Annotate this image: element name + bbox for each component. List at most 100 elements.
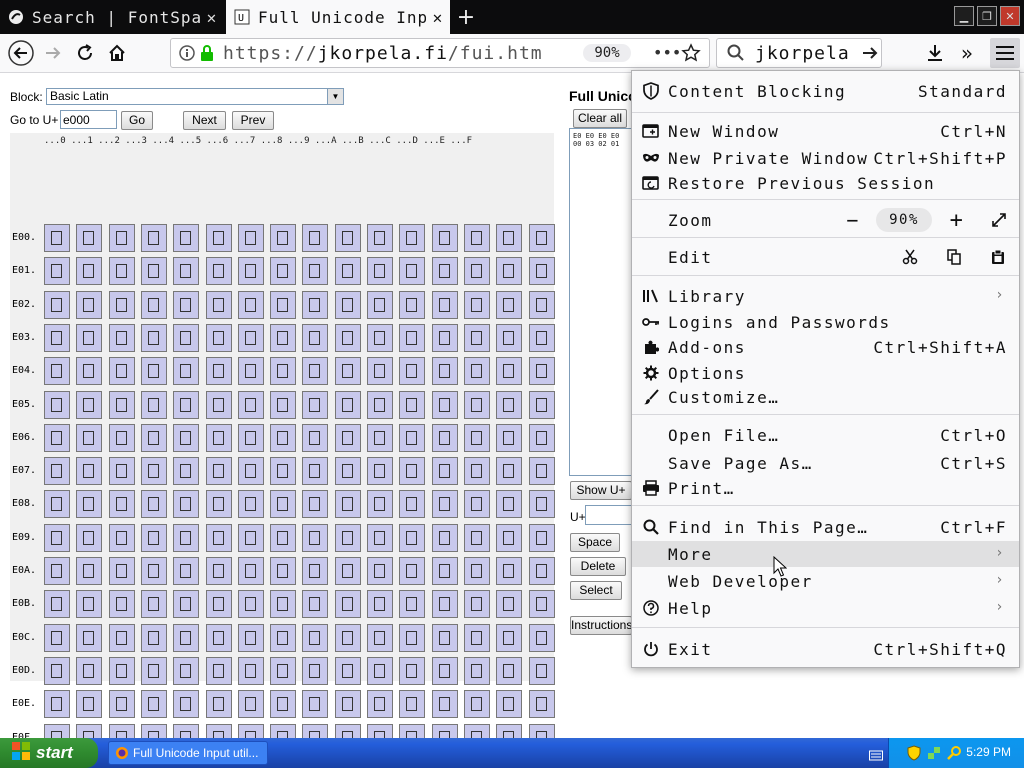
zoom-out-button[interactable]: − <box>840 208 866 232</box>
character-cell[interactable] <box>367 656 393 685</box>
character-cell[interactable] <box>76 290 103 319</box>
character-cell[interactable] <box>431 423 458 452</box>
paste-icon[interactable] <box>986 245 1010 269</box>
character-cell[interactable] <box>302 257 329 286</box>
menu-customize[interactable]: Customize… <box>632 384 1019 410</box>
character-cell[interactable] <box>108 224 135 252</box>
character-cell[interactable] <box>44 656 70 685</box>
keyboard-icon[interactable] <box>869 746 883 765</box>
character-cell[interactable] <box>431 323 458 352</box>
character-cell[interactable] <box>528 656 555 685</box>
character-cell[interactable] <box>334 590 361 619</box>
character-cell[interactable] <box>173 656 200 685</box>
character-cell[interactable] <box>173 690 200 719</box>
character-cell[interactable] <box>399 290 426 319</box>
menu-addons[interactable]: Add-ons Ctrl+Shift+A <box>632 334 1019 360</box>
close-tab-icon[interactable]: ✕ <box>426 8 450 27</box>
search-bar[interactable] <box>716 38 882 68</box>
character-cell[interactable] <box>302 224 329 252</box>
character-cell[interactable] <box>108 490 135 519</box>
character-cell[interactable] <box>463 257 490 286</box>
character-cell[interactable] <box>431 257 458 286</box>
security-shield-icon[interactable] <box>907 745 921 765</box>
character-cell[interactable] <box>431 557 458 585</box>
taskbar-window-button[interactable]: Full Unicode Input util... <box>108 741 268 765</box>
character-cell[interactable] <box>76 457 103 486</box>
menu-new-window[interactable]: New Window Ctrl+N <box>632 118 1019 144</box>
character-cell[interactable] <box>76 557 103 585</box>
character-cell[interactable] <box>463 323 490 352</box>
character-cell[interactable] <box>44 224 70 252</box>
character-cell[interactable] <box>173 357 200 386</box>
clear-all-button[interactable]: Clear all <box>573 109 627 128</box>
character-cell[interactable] <box>44 423 70 452</box>
character-cell[interactable] <box>76 656 103 685</box>
character-cell[interactable] <box>431 224 458 252</box>
cut-icon[interactable] <box>898 245 922 269</box>
character-cell[interactable] <box>399 323 426 352</box>
character-cell[interactable] <box>463 623 490 652</box>
go-button[interactable]: Go <box>121 111 153 130</box>
character-cell[interactable] <box>237 623 264 652</box>
character-cell[interactable] <box>431 690 458 719</box>
character-cell[interactable] <box>173 390 200 419</box>
character-cell[interactable] <box>44 590 70 619</box>
character-cell[interactable] <box>205 656 232 685</box>
bookmark-star-icon[interactable] <box>681 43 701 67</box>
character-cell[interactable] <box>270 457 297 486</box>
character-cell[interactable] <box>108 590 135 619</box>
back-button[interactable] <box>6 38 36 68</box>
chevron-down-icon[interactable]: ▼ <box>327 89 343 104</box>
character-cell[interactable] <box>173 423 200 452</box>
character-cell[interactable] <box>76 490 103 519</box>
character-cell[interactable] <box>334 224 361 252</box>
character-cell[interactable] <box>528 457 555 486</box>
character-cell[interactable] <box>367 623 393 652</box>
zoom-in-button[interactable]: + <box>944 208 970 233</box>
character-cell[interactable] <box>76 623 103 652</box>
character-cell[interactable] <box>367 490 393 519</box>
character-cell[interactable] <box>367 257 393 286</box>
character-cell[interactable] <box>334 523 361 552</box>
fullscreen-icon[interactable] <box>986 208 1012 232</box>
character-cell[interactable] <box>140 623 167 652</box>
search-tray-icon[interactable] <box>947 745 963 765</box>
character-cell[interactable] <box>237 257 264 286</box>
character-cell[interactable] <box>528 490 555 519</box>
character-cell[interactable] <box>302 423 329 452</box>
character-cell[interactable] <box>528 557 555 585</box>
character-cell[interactable] <box>528 423 555 452</box>
character-cell[interactable] <box>302 490 329 519</box>
character-cell[interactable] <box>302 357 329 386</box>
character-cell[interactable] <box>270 357 297 386</box>
url-bar[interactable]: https://jkorpela.fi/fui.htm 90% ••• <box>170 38 710 68</box>
character-cell[interactable] <box>528 590 555 619</box>
instructions-button[interactable]: Instructions <box>570 616 632 635</box>
character-cell[interactable] <box>237 224 264 252</box>
character-cell[interactable] <box>367 224 393 252</box>
character-cell[interactable] <box>367 323 393 352</box>
character-cell[interactable] <box>431 490 458 519</box>
character-cell[interactable] <box>173 623 200 652</box>
character-cell[interactable] <box>431 656 458 685</box>
menu-exit[interactable]: Exit Ctrl+Shift+Q <box>632 636 1019 662</box>
character-cell[interactable] <box>302 656 329 685</box>
menu-library[interactable]: Library › <box>632 283 1019 309</box>
character-cell[interactable] <box>334 457 361 486</box>
character-cell[interactable] <box>270 390 297 419</box>
character-cell[interactable] <box>205 623 232 652</box>
forward-button[interactable] <box>38 38 68 68</box>
menu-logins-passwords[interactable]: Logins and Passwords <box>632 309 1019 335</box>
character-cell[interactable] <box>302 457 329 486</box>
character-cell[interactable] <box>399 357 426 386</box>
character-cell[interactable] <box>528 390 555 419</box>
restore-icon[interactable]: ❐ <box>977 6 997 26</box>
character-cell[interactable] <box>496 357 523 386</box>
character-cell[interactable] <box>431 357 458 386</box>
character-cell[interactable] <box>237 323 264 352</box>
character-cell[interactable] <box>302 557 329 585</box>
menu-options[interactable]: Options <box>632 360 1019 386</box>
character-cell[interactable] <box>44 390 70 419</box>
character-cell[interactable] <box>44 690 70 719</box>
character-cell[interactable] <box>140 523 167 552</box>
